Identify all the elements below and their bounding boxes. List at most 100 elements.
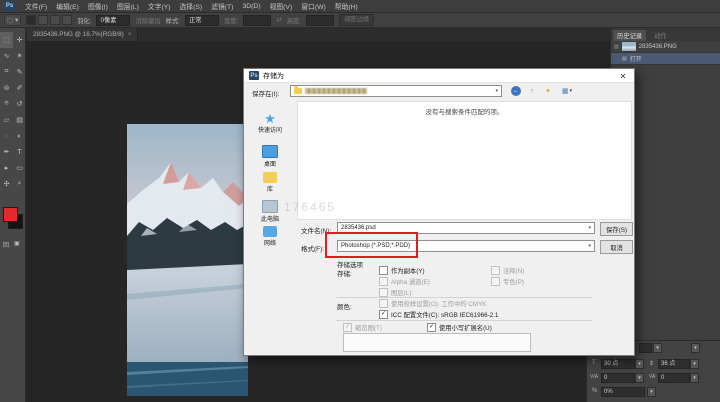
divider	[336, 320, 592, 321]
font-style-dropdown[interactable]: ▾	[653, 343, 662, 353]
shape-tool[interactable]: ▭	[13, 160, 26, 176]
leading-dropdown[interactable]: ▾	[690, 359, 699, 369]
new-selection-icon[interactable]	[26, 15, 36, 25]
filename-value: 2835436.psd	[341, 225, 376, 231]
save-in-label: 保存在(I):	[252, 88, 279, 98]
crop-tool[interactable]: ⌗	[0, 64, 13, 80]
sidebar-item-desktop[interactable]: 桌面	[244, 145, 296, 168]
checkbox-icon[interactable]	[379, 266, 388, 275]
lasso-tool[interactable]: ∿	[0, 48, 13, 64]
menu-image[interactable]: 图像(I)	[88, 1, 108, 11]
menu-3d[interactable]: 3D(D)	[242, 3, 260, 10]
dialog-close-button[interactable]: ✕	[612, 69, 634, 83]
brush-tool[interactable]: ✐	[13, 80, 26, 96]
foreground-color-swatch[interactable]	[3, 207, 18, 222]
proof-setup-checkbox-row: 使用校样设置(O): 工作中的 CMYK	[379, 299, 487, 308]
save-button[interactable]: 保存(S)	[600, 222, 633, 236]
document-tab[interactable]: 2835436.PNG @ 16.7%(RGB/8) ×	[27, 28, 138, 41]
lowercase-extension-checkbox-row[interactable]: ✓ 使用小写扩展名(U)	[427, 323, 492, 332]
scale-spacing-icon: %	[592, 388, 597, 394]
back-button[interactable]: ←	[510, 85, 522, 97]
feather-input[interactable]: 0像素	[96, 15, 130, 26]
menu-window[interactable]: 窗口(W)	[301, 1, 326, 11]
menu-layer[interactable]: 图层(L)	[117, 1, 139, 11]
type-tool[interactable]: T	[13, 144, 26, 160]
tool-preset-picker[interactable]: ⬚ ▾	[4, 14, 21, 26]
gradient-tool[interactable]: ▤	[13, 112, 26, 128]
set-source-icon[interactable]: ▨	[614, 44, 619, 50]
dodge-tool[interactable]: ◐	[13, 128, 26, 144]
menu-help[interactable]: 帮助(H)	[335, 1, 358, 11]
path-selection-tool[interactable]: ▸	[0, 160, 13, 176]
sidebar-item-label: 快速访问	[244, 125, 296, 134]
views-menu-button[interactable]: ▦ ▾	[558, 85, 576, 97]
sidebar-item-label: 此电脑	[244, 214, 296, 223]
font-size-dropdown[interactable]: ▾	[635, 359, 644, 369]
notes-label: 注释(N)	[503, 266, 524, 275]
quick-mask-icon[interactable]: 回	[3, 240, 9, 249]
refine-edge-button[interactable]: 调整边缘	[339, 14, 374, 26]
swap-dimensions-icon[interactable]: ⇄	[276, 17, 281, 24]
move-tool[interactable]: ✛	[13, 32, 26, 48]
icc-profile-checkbox-row[interactable]: ✓ ICC 配置文件(C): sRGB IEC61966-2.1	[379, 310, 498, 319]
screen-mode-icon[interactable]: ▣	[14, 240, 20, 247]
kerning-input[interactable]: 0	[601, 373, 635, 383]
font-style-field[interactable]	[639, 343, 652, 353]
file-list-area[interactable]: 没有与搜索条件匹配的项。	[297, 101, 632, 220]
healing-brush-tool[interactable]: ⊜	[0, 80, 13, 96]
blur-tool[interactable]: ◌	[0, 128, 13, 144]
scale-spacing-dropdown[interactable]: ▾	[647, 387, 656, 397]
cancel-button[interactable]: 取消	[600, 240, 633, 254]
checkbox-icon	[491, 277, 500, 286]
kerning-dropdown[interactable]: ▾	[635, 373, 644, 383]
height-input[interactable]	[306, 15, 334, 26]
font-extra-dropdown[interactable]: ▾	[691, 343, 700, 353]
intersect-selection-icon[interactable]	[62, 15, 72, 25]
tab-actions[interactable]: 动作	[652, 30, 669, 41]
new-folder-button[interactable]: ✦	[542, 85, 554, 97]
scale-spacing-input[interactable]: 0%	[601, 387, 645, 397]
sidebar-item-libraries[interactable]: 库	[244, 172, 296, 193]
sidebar-item-quick-access[interactable]: ★ 快速访问	[244, 113, 296, 134]
history-state-open-row[interactable]: ▤ 打开	[611, 53, 720, 65]
stock-watermark: 176465	[284, 200, 336, 214]
leading-input[interactable]: 36 点	[658, 359, 690, 369]
format-highlight-annotation	[325, 232, 418, 258]
menu-type[interactable]: 文字(Y)	[148, 1, 171, 11]
menu-edit[interactable]: 编辑(E)	[56, 1, 79, 11]
dialog-title-bar[interactable]: Ps 存储为 ✕	[244, 69, 634, 83]
font-size-icon: T	[592, 360, 596, 366]
history-snapshot-row[interactable]: ▨ 2835436.PNG	[611, 41, 720, 53]
save-in-dropdown[interactable]: ▾	[290, 85, 502, 97]
zoom-tool[interactable]: ⌕	[13, 176, 26, 192]
sidebar-item-network[interactable]: 网络	[244, 226, 296, 247]
history-brush-tool[interactable]: ↺	[13, 96, 26, 112]
add-selection-icon[interactable]	[38, 15, 48, 25]
menu-select[interactable]: 选择(S)	[180, 1, 203, 11]
height-label: 高度:	[287, 16, 301, 25]
menu-file[interactable]: 文件(F)	[25, 1, 47, 11]
width-input[interactable]	[243, 15, 271, 26]
checkbox-checked-icon[interactable]: ✓	[379, 310, 388, 319]
tracking-dropdown[interactable]: ▾	[690, 373, 699, 383]
tab-history[interactable]: 历史记录	[613, 30, 646, 41]
alpha-channels-label: Alpha 通道(E)	[391, 277, 430, 286]
magic-wand-tool[interactable]: ✶	[13, 48, 26, 64]
subtract-selection-icon[interactable]	[50, 15, 60, 25]
pen-tool[interactable]: ✒	[0, 144, 13, 160]
font-size-input[interactable]: 30 点	[601, 359, 635, 369]
checkbox-checked-icon[interactable]: ✓	[427, 323, 436, 332]
menu-view[interactable]: 视图(V)	[270, 1, 293, 11]
eraser-tool[interactable]: ▱	[0, 112, 13, 128]
style-select[interactable]: 正常	[185, 15, 219, 26]
hand-tool[interactable]: ✣	[0, 176, 13, 192]
as-copy-checkbox-row[interactable]: 作为副本(Y)	[379, 266, 425, 275]
rectangular-marquee-tool[interactable]: ⬚	[0, 32, 13, 48]
divider	[336, 297, 592, 298]
menu-filter[interactable]: 滤镜(T)	[211, 1, 233, 11]
up-one-level-button[interactable]: ↑	[526, 85, 538, 97]
eyedropper-tool[interactable]: ✎	[13, 64, 26, 80]
tracking-input[interactable]: 0	[658, 373, 690, 383]
close-icon[interactable]: ×	[128, 31, 132, 38]
clone-stamp-tool[interactable]: ⍟	[0, 96, 13, 112]
